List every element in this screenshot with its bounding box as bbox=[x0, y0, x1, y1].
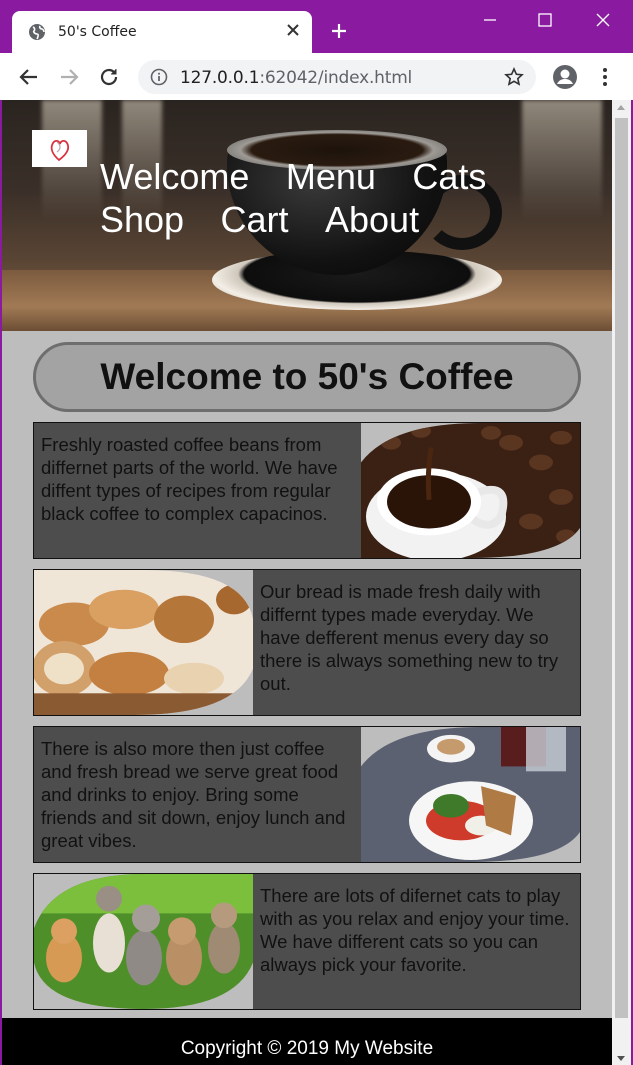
card-text: Our bread is made fresh daily with diffe… bbox=[260, 581, 559, 694]
welcome-banner: Welcome to 50's Coffee bbox=[33, 342, 581, 412]
info-icon[interactable] bbox=[150, 68, 168, 86]
browser-titlebar: 50's Coffee bbox=[0, 0, 633, 53]
browser-tab[interactable]: 50's Coffee bbox=[12, 11, 312, 53]
hero-header: Welcome Menu Cats Shop Cart About bbox=[2, 100, 612, 331]
nav-welcome[interactable]: Welcome bbox=[100, 155, 249, 198]
nav-about[interactable]: About bbox=[325, 198, 419, 241]
kittens-photo bbox=[34, 874, 253, 1009]
browser-menu-icon[interactable] bbox=[596, 66, 614, 88]
feature-card: There is also more then just coffee and … bbox=[33, 726, 581, 863]
scrollbar-thumb[interactable] bbox=[615, 118, 628, 1018]
tab-title: 50's Coffee bbox=[58, 24, 137, 40]
minimize-icon[interactable] bbox=[480, 10, 500, 30]
heart-logo-icon bbox=[50, 139, 70, 162]
main-nav: Welcome Menu Cats Shop Cart About bbox=[100, 155, 530, 241]
site-logo[interactable] bbox=[32, 130, 87, 167]
url-text[interactable]: 127.0.0.1:62042/index.html bbox=[180, 68, 412, 88]
card-text: There are lots of difernet cats to play … bbox=[260, 885, 570, 975]
card-text: There is also more then just coffee and … bbox=[41, 738, 346, 851]
new-tab-icon[interactable] bbox=[330, 22, 348, 40]
feature-card: Our bread is made fresh daily with diffe… bbox=[33, 569, 581, 716]
nav-menu[interactable]: Menu bbox=[286, 155, 376, 198]
nav-shop[interactable]: Shop bbox=[100, 198, 184, 241]
profile-avatar-icon[interactable] bbox=[552, 64, 578, 90]
background-light bbox=[522, 100, 602, 220]
forward-arrow-icon[interactable] bbox=[58, 66, 80, 88]
close-tab-icon[interactable] bbox=[286, 23, 300, 37]
feature-card: Freshly roasted coffee beans from differ… bbox=[33, 422, 581, 559]
feature-card: There are lots of difernet cats to play … bbox=[33, 873, 581, 1010]
page-title: Welcome to 50's Coffee bbox=[100, 356, 514, 397]
address-bar[interactable]: 127.0.0.1:62042/index.html bbox=[138, 60, 536, 94]
bookmark-star-icon[interactable] bbox=[504, 67, 524, 87]
coffee-cup-photo bbox=[361, 423, 580, 558]
back-arrow-icon[interactable] bbox=[18, 66, 40, 88]
nav-cart[interactable]: Cart bbox=[221, 198, 289, 241]
browser-toolbar: 127.0.0.1:62042/index.html bbox=[0, 53, 633, 100]
maximize-icon[interactable] bbox=[535, 10, 555, 30]
close-window-icon[interactable] bbox=[593, 10, 613, 30]
globe-icon bbox=[29, 24, 45, 40]
bread-image-graphic bbox=[34, 570, 253, 715]
scroll-up-arrow-icon[interactable] bbox=[617, 105, 625, 110]
page-viewport: Welcome Menu Cats Shop Cart About Welcom… bbox=[2, 100, 612, 1065]
site-footer: Copyright © 2019 My Website bbox=[2, 1018, 612, 1065]
scroll-down-arrow-icon[interactable] bbox=[617, 1056, 625, 1061]
lunch-plate-photo bbox=[361, 727, 580, 862]
vertical-scrollbar[interactable] bbox=[612, 100, 631, 1065]
reload-icon[interactable] bbox=[98, 66, 120, 88]
nav-cats[interactable]: Cats bbox=[412, 155, 486, 198]
kittens-image-graphic bbox=[34, 874, 253, 1009]
card-text: Freshly roasted coffee beans from differ… bbox=[41, 434, 338, 524]
bread-loaves-photo bbox=[34, 570, 253, 715]
copyright-text: Copyright © 2019 My Website bbox=[180, 1038, 434, 1059]
coffee-image-graphic bbox=[361, 423, 580, 558]
lunch-image-graphic bbox=[361, 727, 580, 862]
